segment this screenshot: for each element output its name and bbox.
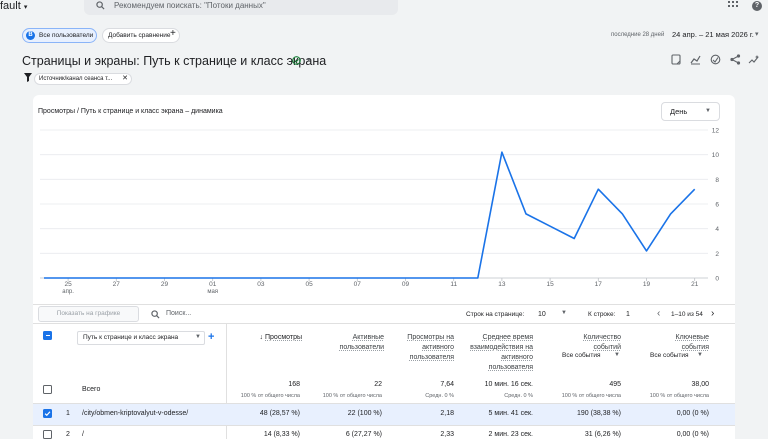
line-chart: 0 2 4 6 8 10 12 25апр. 27 29 01мая 03 05 07 09 11 13 15 17… [40, 128, 720, 295]
column-header-views[interactable]: ↓ Просмотры [240, 333, 303, 343]
x-tick-label: 29 [161, 281, 169, 288]
total-avg-engagement-sub: Средн. 0 % [504, 393, 533, 399]
column-header-views-per-user[interactable]: Просмотры на активного пользователя [398, 333, 454, 363]
y-tick-label: 0 [715, 276, 719, 283]
page-range: 1–10 из 54 [671, 311, 703, 318]
total-active-users-sub: 100 % от общего числа [322, 393, 382, 399]
divider [33, 425, 735, 426]
totals-checkbox[interactable] [43, 385, 52, 394]
divider [33, 323, 735, 324]
row-avg-engagement: 2 мин. 23 сек. [488, 431, 533, 438]
table-search-input[interactable]: Поиск... [166, 310, 191, 317]
x-tick-label: 05 [305, 281, 313, 288]
search-icon [151, 310, 160, 319]
row-number: 1 [66, 410, 70, 417]
total-views-per-user: 7,64 [440, 381, 454, 388]
total-event-count: 495 [609, 381, 621, 388]
row-key-events: 0,00 (0 %) [676, 431, 709, 438]
sort-arrow-icon: ↓ [259, 334, 264, 341]
rows-per-page-label: Строк на странице: [466, 311, 525, 318]
total-views-sub: 100 % от общего числа [240, 393, 300, 399]
caret-down-icon[interactable]: ▼ [561, 310, 567, 316]
row-event-count: 31 (6,26 %) [584, 431, 621, 438]
x-tick-label: 11 [450, 281, 457, 288]
total-event-count-sub: 100 % от общего числа [561, 393, 621, 399]
row-number: 2 [66, 431, 70, 438]
select-all-checkbox[interactable] [43, 331, 52, 340]
x-tick-label: 21 [691, 281, 699, 288]
row-views: 14 (8,33 %) [263, 431, 300, 438]
key-event-filter-select[interactable]: Все события [650, 352, 688, 359]
column-header-avg-engagement[interactable]: Среднее время взаимодействия на активног… [468, 333, 533, 373]
x-tick-label: 19 [643, 281, 651, 288]
column-header-active-users[interactable]: Активные пользователи [318, 333, 384, 353]
y-tick-label: 6 [715, 202, 719, 209]
x-tick-label: 27 [113, 281, 121, 288]
x-tick-label: 17 [595, 281, 603, 288]
y-tick-label: 8 [715, 177, 719, 184]
to-row-label: К строке: [588, 311, 616, 318]
caret-down-icon[interactable]: ▼ [697, 352, 703, 358]
row-avg-engagement: 5 мин. 41 сек. [488, 410, 533, 417]
total-views-per-user-sub: Средн. 0 % [425, 393, 454, 399]
row-page-path[interactable]: / [82, 431, 84, 438]
total-views: 168 [288, 381, 300, 388]
x-tick-sublabel: апр. [62, 289, 74, 295]
next-page-icon[interactable]: › [711, 308, 714, 319]
check-icon [44, 411, 51, 417]
row-active-users: 22 (100 %) [347, 410, 382, 417]
dimension-select[interactable]: Путь к странице и класс экрана ▼ [77, 331, 205, 345]
row-page-path[interactable]: /city/obmen-kriptovalyut-v-odesse/ [82, 410, 188, 417]
to-row-input[interactable]: 1 [626, 311, 630, 318]
x-tick-label: 25 [64, 281, 72, 288]
divider [33, 304, 735, 305]
y-tick-label: 12 [712, 128, 720, 135]
series-line [44, 151, 696, 279]
y-tick-label: 10 [712, 152, 720, 159]
row-views-per-user: 2,18 [440, 410, 454, 417]
dimension-header: Путь к странице и класс экрана [83, 334, 179, 341]
row-checkbox[interactable] [43, 409, 52, 418]
row-views: 48 (28,57 %) [259, 410, 300, 417]
x-tick-label: 15 [546, 281, 554, 288]
row-key-events: 0,00 (0 %) [676, 410, 709, 417]
x-tick-sublabel: мая [207, 289, 218, 295]
prev-page-icon[interactable]: ‹ [657, 308, 660, 319]
row-active-users: 6 (27,27 %) [345, 431, 382, 438]
row-event-count: 190 (38,38 %) [577, 410, 621, 417]
show-on-chart-button[interactable]: Показать на графике [38, 306, 139, 322]
x-tick-label: 01 [209, 281, 217, 288]
row-checkbox[interactable] [43, 430, 52, 439]
y-tick-label: 2 [715, 251, 719, 258]
total-key-events: 38,00 [691, 381, 709, 388]
totals-label: Всего [82, 386, 101, 393]
y-tick-label: 4 [715, 226, 719, 233]
event-filter-select[interactable]: Все события [562, 352, 600, 359]
x-tick-label: 09 [402, 281, 410, 288]
row-views-per-user: 2,33 [440, 431, 454, 438]
column-header-key-events[interactable]: Ключевые события [648, 333, 709, 353]
x-tick-label: 13 [498, 281, 506, 288]
rows-per-page-select[interactable]: 10 [538, 311, 546, 318]
caret-down-icon[interactable]: ▼ [614, 352, 620, 358]
total-avg-engagement: 10 мин. 16 сек. [484, 381, 533, 388]
column-header-event-count[interactable]: Количество событий [566, 333, 621, 353]
add-dimension-icon[interactable]: + [208, 331, 214, 343]
x-tick-label: 07 [354, 281, 362, 288]
caret-down-icon: ▼ [195, 334, 201, 340]
x-tick-label: 03 [257, 281, 265, 288]
total-active-users: 22 [374, 381, 382, 388]
total-key-events-sub: 100 % от общего числа [649, 393, 709, 399]
